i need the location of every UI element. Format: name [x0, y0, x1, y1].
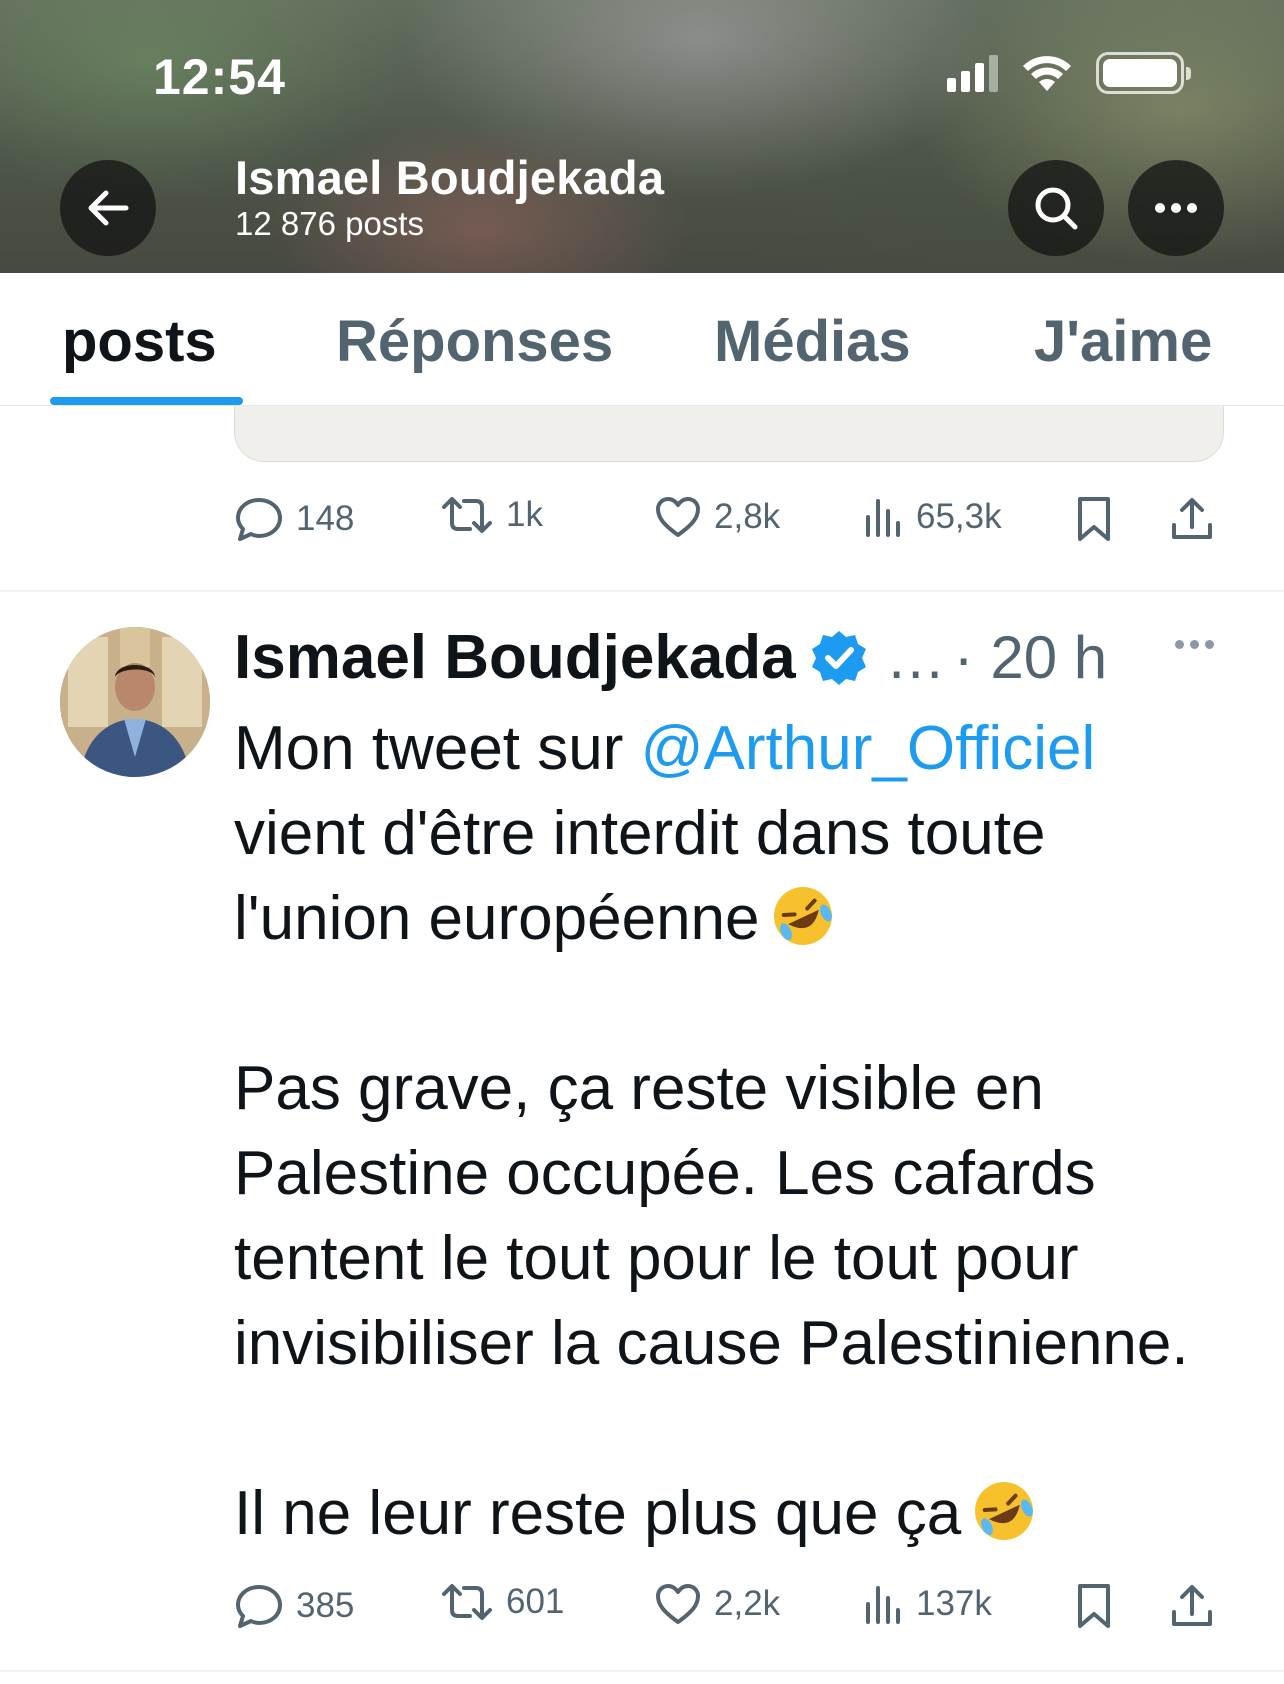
post-paragraph-2-line-3: tentent le tout pour le tout pour [234, 1224, 1079, 1293]
profile-tabs: posts Réponses Médias J'aime [0, 273, 1284, 406]
post-author-handle-truncated: … [885, 624, 946, 691]
battery-icon [1096, 52, 1191, 94]
post-paragraph-2-line-2: Palestine occupée. Les cafards [234, 1139, 1096, 1208]
verified-badge-icon [811, 630, 866, 685]
repost-icon [442, 497, 492, 533]
previous-post-actions: 148 1k 2,8k 65,3k [234, 495, 1224, 555]
arrow-left-icon [88, 190, 129, 226]
previous-post-media[interactable] [234, 406, 1224, 462]
post-more-button[interactable] [1175, 640, 1214, 649]
more-horizontal-icon [1155, 203, 1197, 213]
search-button[interactable] [1008, 160, 1104, 256]
post-author-name[interactable]: Ismael Boudjekada [234, 622, 796, 693]
repost-count: 1k [506, 495, 543, 534]
post-time[interactable]: · 20 h [954, 623, 1107, 692]
bookmark-button[interactable] [1074, 1582, 1114, 1630]
bar-chart-icon [866, 1586, 900, 1624]
reply-button[interactable]: 385 [234, 1582, 354, 1630]
more-options-button[interactable] [1128, 160, 1224, 256]
post-text: Mon tweet sur @Arthur_Officiel vient d'ê… [234, 706, 1234, 1556]
post-divider [0, 590, 1284, 592]
status-icons [947, 52, 1191, 94]
status-time: 12:54 [153, 49, 286, 105]
reply-icon [236, 1585, 282, 1628]
tab-likes[interactable]: J'aime [1034, 308, 1212, 375]
profile-header-banner: 12:54 Ismael Boudjekada 12 876 posts [0, 0, 1284, 273]
reply-icon [236, 498, 282, 541]
post-actions: 385 601 2,2k 137k [234, 1582, 1224, 1642]
share-button[interactable] [1170, 495, 1214, 543]
post-paragraph-3: Il ne leur reste plus que ça [234, 1471, 1234, 1556]
like-count: 2,2k [714, 1584, 781, 1623]
repost-count: 601 [506, 1582, 565, 1621]
tab-posts[interactable]: posts [62, 308, 217, 375]
repost-button[interactable]: 1k [440, 495, 543, 535]
views-button[interactable]: 65,3k [864, 495, 1002, 539]
bookmark-icon [1078, 497, 1110, 541]
heart-icon [656, 497, 700, 537]
post-line-3: l'union européenne [234, 876, 1234, 961]
heart-icon [656, 1584, 700, 1624]
bookmark-icon [1078, 1584, 1110, 1628]
share-button[interactable] [1170, 1582, 1214, 1630]
profile-name: Ismael Boudjekada [235, 151, 665, 204]
repost-button[interactable]: 601 [440, 1582, 564, 1622]
post-line-2: vient d'être interdit dans toute [234, 799, 1046, 868]
like-count: 2,8k [714, 497, 781, 536]
cellular-signal-icon [947, 54, 998, 92]
like-button[interactable]: 2,8k [654, 495, 780, 539]
tab-media[interactable]: Médias [714, 308, 911, 375]
reply-button[interactable]: 148 [234, 495, 354, 543]
wifi-icon [1023, 56, 1071, 91]
post-header: Ismael Boudjekada … · 20 h [234, 622, 1107, 693]
laughing-emoji-icon [975, 1482, 1034, 1540]
views-count: 137k [916, 1584, 992, 1623]
repost-icon [442, 1584, 492, 1620]
like-button[interactable]: 2,2k [654, 1582, 780, 1626]
views-count: 65,3k [916, 497, 1002, 536]
share-icon [1172, 498, 1212, 539]
avatar[interactable] [60, 627, 210, 777]
mention-link[interactable]: @Arthur_Officiel [641, 714, 1096, 783]
tab-replies[interactable]: Réponses [336, 308, 613, 375]
search-icon [1035, 187, 1078, 230]
post-paragraph-2-line-1: Pas grave, ça reste visible en [234, 1054, 1044, 1123]
back-button[interactable] [60, 160, 156, 256]
laughing-emoji-icon [773, 887, 832, 945]
views-button[interactable]: 137k [864, 1582, 992, 1626]
post-line-1: Mon tweet sur @Arthur_Officiel [234, 714, 1096, 783]
reply-count: 385 [296, 1586, 355, 1625]
reply-count: 148 [296, 499, 355, 538]
profile-posts-count: 12 876 posts [235, 205, 424, 242]
post-divider [0, 1670, 1284, 1672]
avatar-photo [60, 627, 210, 777]
bar-chart-icon [866, 499, 900, 537]
share-icon [1172, 1585, 1212, 1626]
bookmark-button[interactable] [1074, 495, 1114, 543]
post-paragraph-2-line-4: invisibiliser la cause Palestinienne. [234, 1309, 1189, 1378]
active-tab-indicator [50, 397, 243, 405]
